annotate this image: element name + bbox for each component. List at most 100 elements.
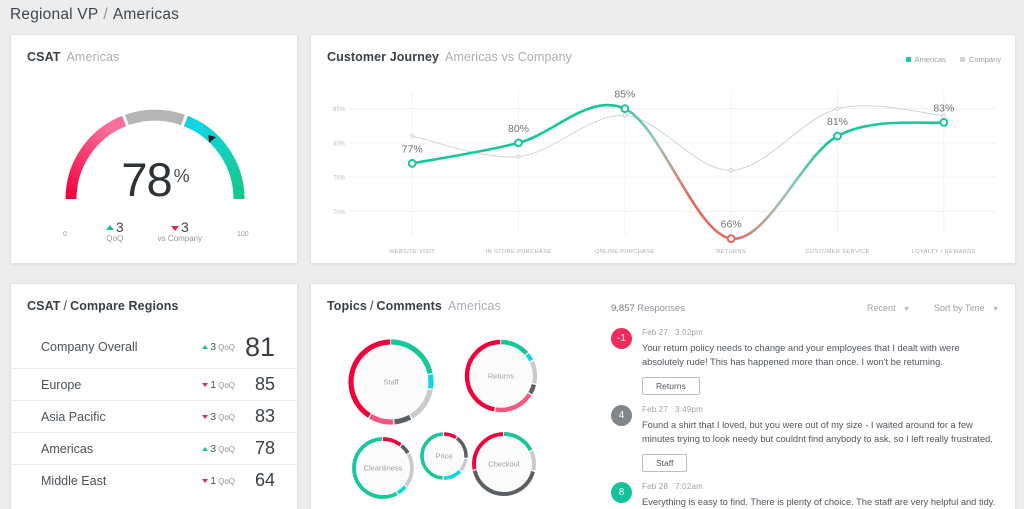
topic-bubble-label: Cleanliness [363,463,403,473]
topics-title-text2: Comments [376,299,442,313]
comments-panel: 9,857 Responses Recent ▼ Sort by Time ▼ … [603,298,1015,509]
region-name: Europe [41,377,82,392]
arrow-down-icon [202,478,209,483]
region-score: 85 [254,374,275,394]
responses-count: 9,857 Responses [611,303,843,314]
compare-row[interactable]: Europe 1 QoQ 85 [11,368,297,400]
comment-score-badge: 8 [611,481,632,503]
legend-item-americas[interactable]: Americas [905,55,946,64]
csat-deltas: 3 QoQ 3 vs Company [11,219,297,243]
comments-header: 9,857 Responses Recent ▼ Sort by Time ▼ [603,298,1015,318]
comment-meta: Feb 27 3:49pm [642,405,999,414]
responses-number: 9,857 [611,302,635,314]
svg-text:83%: 83% [933,102,954,114]
region-change: 3 QoQ [202,411,235,423]
csat-value-number: 78 [121,153,172,206]
svg-text:80%: 80% [508,123,529,135]
svg-text:66%: 66% [721,219,742,231]
region-score: 83 [254,406,275,426]
svg-text:ONLINE PURCHASE: ONLINE PURCHASE [595,249,654,255]
svg-text:RETURNS: RETURNS [716,249,746,255]
breadcrumb-current[interactable]: Americas [113,6,179,23]
region-change: 1 QoQ [202,475,235,487]
compare-row[interactable]: Middle East 1 QoQ 64 [11,464,297,496]
comment-date: Feb 28 [642,481,669,491]
topic-donut-charts[interactable] [311,316,601,509]
arrow-up-icon [202,345,209,349]
comment-item[interactable]: 8 Feb 28 7:02am Everything is easy to find.… [603,472,1015,509]
delta-qoq: 3 QoQ [105,219,124,243]
dashboard-page: Regional VP / Americas CSAT Americas 78 … [0,0,1024,509]
region-change: 3 QoQ [202,443,235,455]
journey-card-title: Customer Journey Americas vs Company [327,50,572,64]
topics-title-text: Topics [327,299,367,313]
csat-title-subtitle: Americas [66,50,120,64]
svg-text:LOYALTY / REWARDS: LOYALTY / REWARDS [912,249,976,255]
compare-row[interactable]: Americas 3 QoQ 78 [11,432,297,464]
svg-text:WEBSITE VISIT: WEBSITE VISIT [389,249,435,255]
topic-bubble-label: Staff [383,377,399,387]
region-change-period: QoQ [218,343,235,352]
legend-label-americas: Americas [914,55,946,64]
responses-label: Responses [637,302,685,314]
comment-tag-button[interactable]: Staff [642,453,688,472]
journey-title-text: Customer Journey [327,50,440,64]
svg-text:77%: 77% [402,143,423,155]
legend-swatch-icon [959,57,965,62]
arrow-down-icon [170,226,179,231]
comment-tag-button[interactable]: Returns [642,376,700,395]
comment-time: 3:02pm [675,328,703,337]
region-change: 1 QoQ [202,379,235,391]
comment-text: Found a shirt that I loved, but you were… [642,419,993,445]
delta-qoq-number: 3 [115,219,124,235]
breadcrumb-root[interactable]: Regional VP [10,6,98,23]
delta-vs-company-value: 3 [158,219,202,235]
journey-line-chart[interactable]: 85% 80% 75% 70% WEBSITE VISIT IN STORE PURCHA… [311,73,1016,263]
delta-vs-company: 3 vs Company [158,219,202,243]
topics-title-slash: / [369,299,374,313]
csat-card-title: CSAT Americas [27,50,119,64]
topic-bubble-label: Checkout [488,459,520,469]
region-change-period: QoQ [218,444,235,454]
topics-card-title: Topics / Comments Americas [327,299,501,313]
topics-comments-card: Topics / Comments Americas Staff Returns Clea… [310,283,1016,509]
region-score: 78 [254,438,275,458]
arrow-down-icon [202,382,209,387]
csat-value-unit: % [173,166,190,186]
region-score: 81 [244,331,275,362]
comment-item[interactable]: 4 Feb 27 3:49pm Found a shirt that I loved,… [603,395,1015,472]
comment-list: -1 Feb 27 3:02pm Your return policy needs t… [603,318,1015,509]
comment-item[interactable]: -1 Feb 27 3:02pm Your return policy needs t… [603,318,1015,395]
region-change-period: QoQ [218,476,235,486]
comment-meta: Feb 27 3:02pm [642,328,999,337]
filter-recent-dropdown[interactable]: Recent ▼ [867,303,910,313]
compare-row-overall[interactable]: Company Overall 3 QoQ 81 [11,324,297,368]
region-name: Asia Pacific [41,409,106,424]
region-score: 64 [254,470,275,490]
arrow-down-icon [202,414,209,419]
svg-text:70%: 70% [333,210,346,216]
csat-gauge: 78% 0 100 [11,79,297,238]
comment-text: Your return policy needs to change and y… [642,343,960,368]
region-change-period: QoQ [218,412,235,422]
journey-plot: 85% 80% 75% 70% WEBSITE VISIT IN STORE PURCHA… [311,73,1016,263]
comment-text: Everything is easy to find. There is ple… [642,496,996,507]
chevron-down-icon: ▼ [903,306,911,313]
csat-value: 78% [11,152,297,207]
topic-bubble-label: Price [435,451,453,461]
compare-row[interactable]: Asia Pacific 3 QoQ 83 [11,400,297,432]
breadcrumb: Regional VP / Americas [10,6,179,24]
delta-vs-company-number: 3 [180,219,189,235]
compare-regions-card: CSAT / Compare Regions Company Overall 3 QoQ… [10,283,298,509]
legend-item-company[interactable]: Company [959,55,1001,64]
svg-text:85%: 85% [333,107,346,113]
breadcrumb-separator: / [103,6,108,23]
svg-text:85%: 85% [614,89,635,101]
delta-qoq-label: QoQ [106,234,124,243]
customer-journey-card: Customer Journey Americas vs Company Amer… [310,34,1016,264]
legend-label-company: Company [968,55,1001,64]
filter-sort-dropdown[interactable]: Sort by Time ▼ [934,303,999,313]
comment-time: 7:02am [675,481,703,491]
comment-meta: Feb 28 7:02am [642,482,999,491]
compare-title-text2: Compare Regions [70,299,179,313]
